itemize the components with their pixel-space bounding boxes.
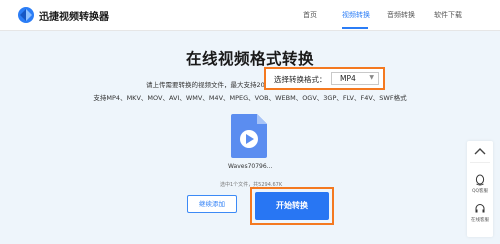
chevron-up-icon[interactable] <box>474 147 486 155</box>
file-name: Waves70796... <box>228 163 273 170</box>
headset-icon[interactable] <box>474 203 486 215</box>
app-logo-icon[interactable] <box>17 6 35 24</box>
supported-formats-text: 支持MP4、MKV、MOV、AVI、WMV、M4V、MPEG、VOB、WEBM、… <box>93 94 407 102</box>
video-file-icon[interactable] <box>231 114 267 158</box>
nav-item-software-download[interactable]: 软件下载 <box>434 10 462 20</box>
format-selector-box: 选择转换格式： MP4 ▼ <box>264 67 385 90</box>
nav-item-audio-convert[interactable]: 音频转换 <box>387 10 415 20</box>
start-convert-button[interactable]: 开始转换 <box>255 192 329 220</box>
active-nav-underline <box>342 27 368 29</box>
nav-item-video-convert[interactable]: 视频转换 <box>342 10 370 20</box>
qq-icon[interactable] <box>474 174 486 186</box>
format-select-dropdown[interactable]: MP4 ▼ <box>331 72 379 85</box>
nav-item-home[interactable]: 首页 <box>303 10 317 20</box>
side-support-panel: QQ客服 在线客服 <box>467 141 493 237</box>
start-button-highlight: 开始转换 <box>250 187 334 225</box>
continue-adding-button[interactable]: 继续添加 <box>187 195 237 213</box>
page-title: 在线视频格式转换 <box>185 50 314 68</box>
format-select-value: MP4 <box>340 74 356 83</box>
top-navigation-bar: 迅捷视频转换器 首页 视频转换 音频转换 软件下载 <box>0 0 500 31</box>
chevron-down-icon: ▼ <box>369 74 374 81</box>
qq-support-label[interactable]: QQ客服 <box>467 188 493 194</box>
upload-hint: 请上传需要转换的视频文件，最大支持20M <box>146 81 271 89</box>
online-support-label[interactable]: 在线客服 <box>467 217 493 223</box>
side-divider <box>470 162 490 163</box>
app-name[interactable]: 迅捷视频转换器 <box>39 8 109 23</box>
format-selector-label: 选择转换格式： <box>274 75 327 84</box>
